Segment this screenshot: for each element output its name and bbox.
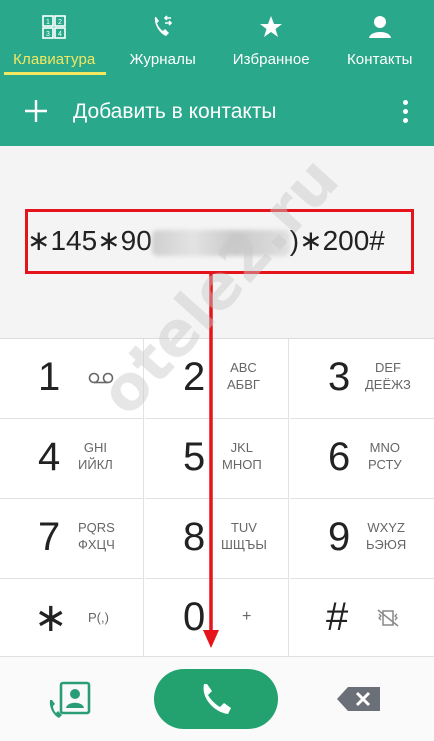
tab-favorites[interactable]: Избранное [217,0,326,80]
key-letters: ABC АБВГ [227,360,260,392]
backspace-icon[interactable] [336,685,382,713]
key-6[interactable]: 6 MNO РСТУ [290,419,434,499]
key-digit: 6 [328,435,351,479]
phone-icon [203,684,231,714]
svg-text:1: 1 [46,19,50,26]
key-5[interactable]: 5 JKL МНОП [145,419,289,499]
key-digit: 0 [183,595,206,639]
key-letters: JKL МНОП [222,440,262,472]
key-star[interactable]: ∗ P(,) [0,579,144,659]
key-1[interactable]: 1 [0,339,144,419]
key-digit: 1 [38,355,61,399]
tab-logs[interactable]: Журналы [109,0,218,80]
tab-label: Журналы [129,51,196,68]
key-digit: 8 [183,515,206,559]
key-7[interactable]: 7 PQRS ФХЦЧ [0,499,144,579]
highlight-box [25,209,414,274]
vibrate-off-icon [377,609,399,627]
key-letters: DEF ДЕЁЖЗ [365,360,411,392]
key-digit: ∗ [34,596,68,640]
key-digit: # [326,595,349,639]
key-4[interactable]: 4 GHI ИЙКЛ [0,419,144,499]
person-icon [368,16,391,38]
voicemail-icon [88,372,114,384]
key-letters: P(,) [88,610,109,625]
key-letters: PQRS ФХЦЧ [78,520,115,552]
more-options-icon[interactable] [400,100,410,126]
key-hash[interactable]: # [290,579,434,659]
tab-bar: 1 2 3 4 Клавиатура Журналы Избранное Кон… [0,0,434,80]
tab-contacts[interactable]: Контакты [326,0,434,80]
contacts-icon[interactable] [48,680,92,720]
dialpad-icon: 1 2 3 4 [42,15,67,39]
add-to-contacts-button[interactable]: Добавить в контакты [73,100,277,124]
key-digit: 4 [38,435,61,479]
key-letters: WXYZ ЬЭЮЯ [366,520,407,552]
add-icon[interactable] [24,99,48,123]
key-2[interactable]: 2 ABC АБВГ [145,339,289,419]
star-icon [260,16,283,37]
key-digit: 9 [328,515,351,559]
key-letters: + [242,608,252,625]
key-8[interactable]: 8 TUV ШЩЪЫ [145,499,289,579]
svg-text:2: 2 [58,19,62,26]
key-digit: 7 [38,515,61,559]
tab-label: Избранное [232,51,310,68]
key-digit: 2 [183,355,206,399]
active-tab-indicator [4,72,106,75]
tab-keypad[interactable]: 1 2 3 4 Клавиатура [0,0,109,80]
call-log-icon [154,15,172,36]
key-letters: GHI ИЙКЛ [78,440,113,472]
svg-text:3: 3 [46,31,50,38]
key-0[interactable]: 0 + [145,579,289,659]
key-9[interactable]: 9 WXYZ ЬЭЮЯ [290,499,434,579]
call-button[interactable] [154,669,278,729]
svg-text:4: 4 [58,31,62,38]
key-letters: MNO РСТУ [368,440,402,472]
tab-label: Клавиатура [13,51,96,68]
key-digit: 3 [328,355,351,399]
key-3[interactable]: 3 DEF ДЕЁЖЗ [290,339,434,419]
tab-label: Контакты [346,51,413,68]
keypad: 1 2 ABC АБВГ 3 DEF ДЕЁЖЗ 4 GHI ИЙКЛ 5 JK… [0,338,434,659]
key-letters: TUV ШЩЪЫ [221,520,267,552]
key-digit: 5 [183,435,206,479]
